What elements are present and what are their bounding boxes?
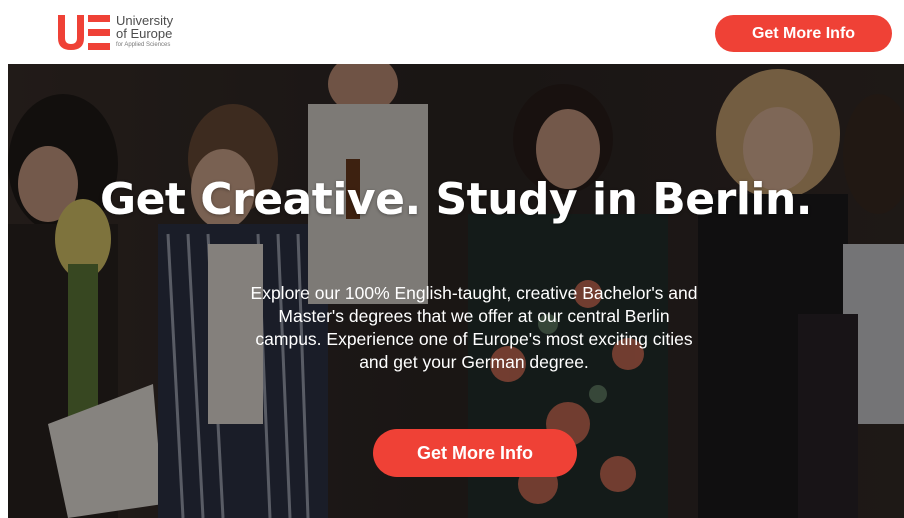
header-get-more-info-button[interactable]: Get More Info	[715, 15, 892, 52]
hero-title: Get Creative. Study in Berlin.	[99, 174, 813, 225]
hero-description: Explore our 100% English-taught, creativ…	[218, 282, 730, 374]
hero-description-line: and get your German degree.	[359, 352, 589, 372]
hero-description-line: Master's degrees that we offer at our ce…	[278, 306, 670, 326]
ue-logo-mark-icon	[58, 15, 110, 50]
logo-wordmark: University of Europe for Applied Science…	[116, 14, 173, 50]
hero-description-line: Explore our 100% English-taught, creativ…	[250, 283, 698, 303]
site-header: University of Europe for Applied Science…	[0, 0, 904, 64]
hero-description-line: campus. Experience one of Europe's most …	[255, 329, 693, 349]
logo-tagline: for Applied Sciences	[116, 42, 171, 48]
university-logo[interactable]: University of Europe for Applied Science…	[56, 12, 173, 52]
logo-name-line2: of Europe	[116, 26, 173, 41]
hero-section: Get Creative. Study in Berlin. Explore o…	[8, 64, 904, 518]
hero-get-more-info-button[interactable]: Get More Info	[373, 429, 577, 477]
